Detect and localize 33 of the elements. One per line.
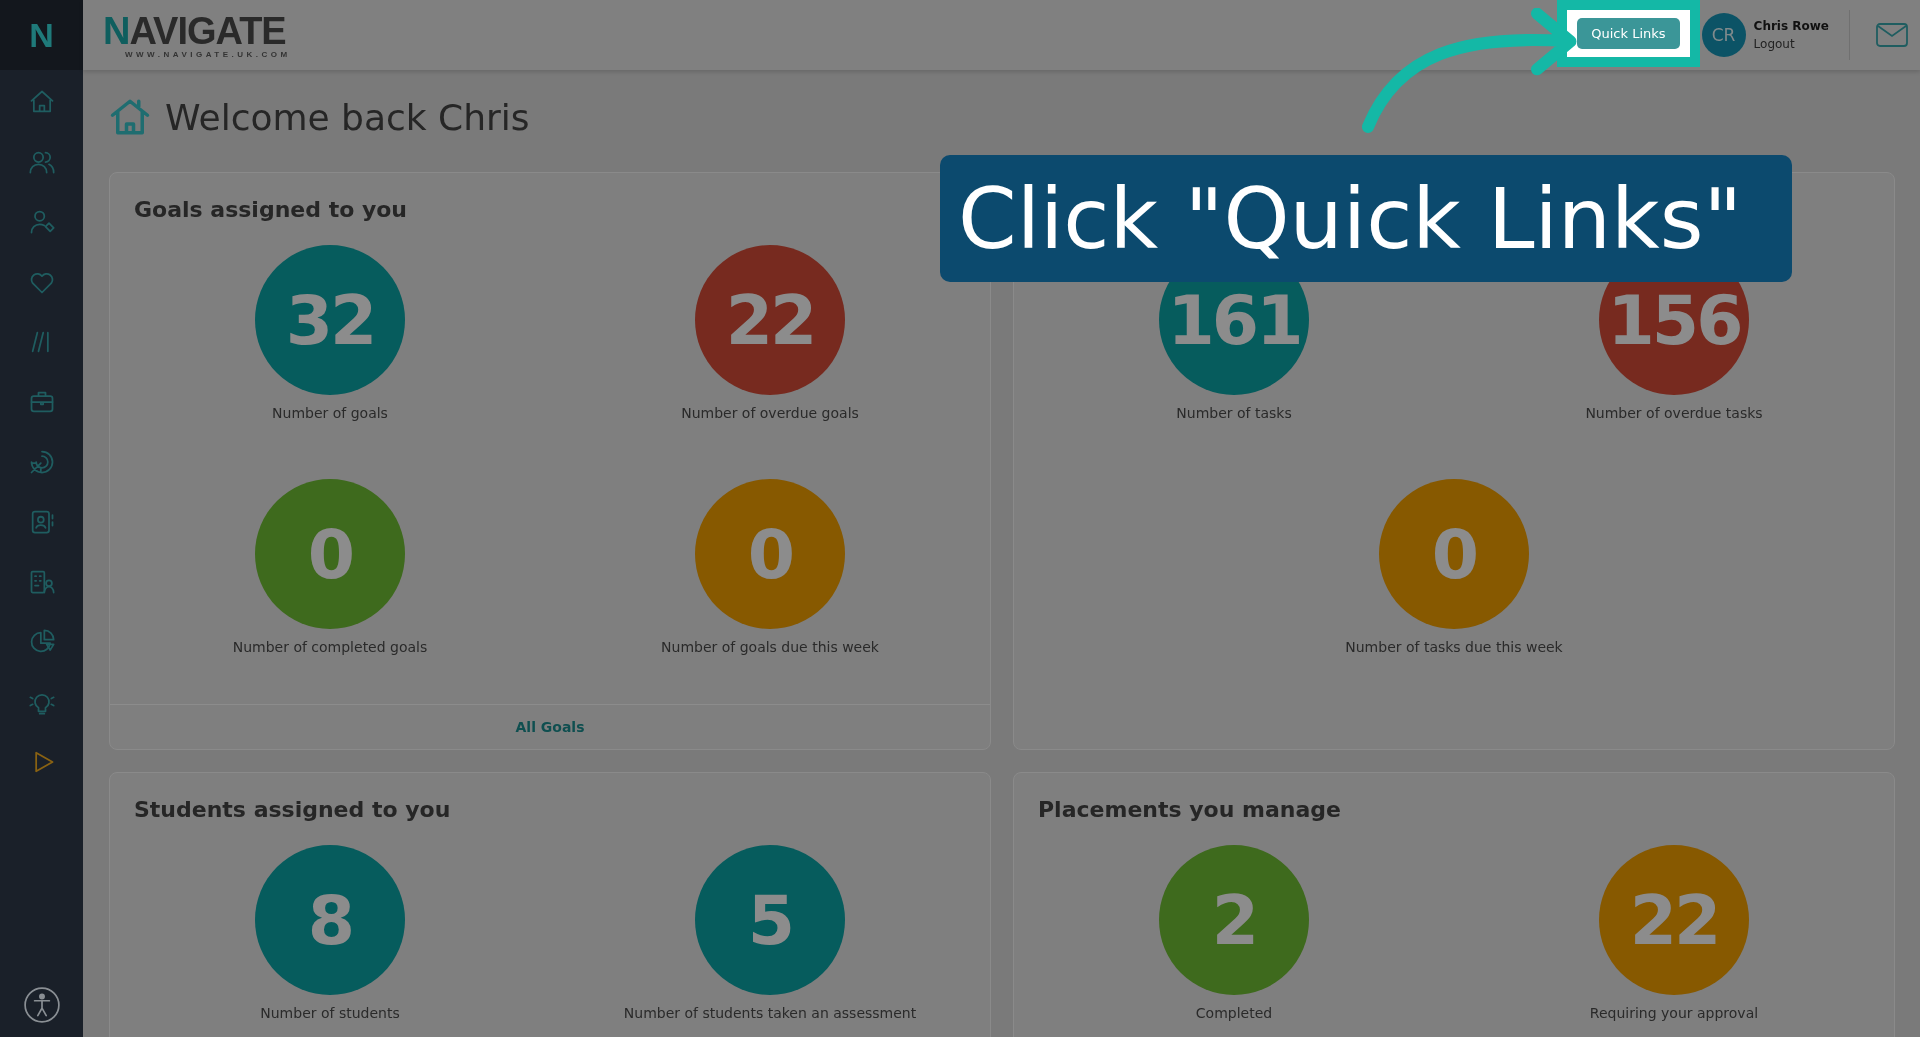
stat-circle: 22 bbox=[695, 245, 845, 395]
stat-label: Completed bbox=[1195, 1005, 1273, 1021]
logout-link[interactable]: Logout bbox=[1753, 37, 1829, 51]
avatar[interactable]: CR bbox=[1701, 13, 1746, 57]
stat-circle: 32 bbox=[255, 245, 405, 395]
stat-label: Number of tasks bbox=[1176, 405, 1292, 421]
stat-label: Number of goals due this week bbox=[661, 639, 879, 655]
stat-circle: 2 bbox=[1159, 845, 1309, 995]
stat-circle: 0 bbox=[695, 479, 845, 629]
logo-mark: N bbox=[0, 0, 83, 70]
page-title: Welcome back Chris bbox=[165, 96, 530, 138]
logo-text: NAVIGATE bbox=[103, 11, 287, 50]
stat-label: Number of students taken an assessment bbox=[623, 1005, 917, 1021]
stat-label: Number of completed goals bbox=[232, 639, 428, 655]
stat-circle: 22 bbox=[1599, 845, 1749, 995]
stat-label: Number of students bbox=[260, 1005, 400, 1021]
stat-label: Number of tasks due this week bbox=[1345, 639, 1563, 655]
logo-tagline: WWW.NAVIGATE.UK.COM bbox=[125, 49, 291, 59]
mail-icon[interactable] bbox=[1876, 23, 1908, 47]
stat-label: Requiring your approval bbox=[1589, 1005, 1759, 1021]
stat-label: Number of overdue tasks bbox=[1585, 405, 1763, 421]
user-name: Chris Rowe bbox=[1753, 19, 1829, 33]
stat-circle: 8 bbox=[255, 845, 405, 995]
quick-links-button[interactable]: Quick Links bbox=[1577, 18, 1680, 49]
stat-label: Number of goals bbox=[272, 405, 388, 421]
card-title: Students assigned to you bbox=[133, 796, 452, 824]
stat-circle: 0 bbox=[255, 479, 405, 629]
accessibility-icon[interactable] bbox=[22, 986, 61, 1024]
stat-circle: 0 bbox=[1379, 479, 1529, 629]
stat-label: Number of overdue goals bbox=[681, 405, 859, 421]
stat-circle: 5 bbox=[695, 845, 845, 995]
card-title: Placements you manage bbox=[1037, 796, 1342, 824]
all-goals-link[interactable]: All Goals bbox=[515, 719, 585, 735]
